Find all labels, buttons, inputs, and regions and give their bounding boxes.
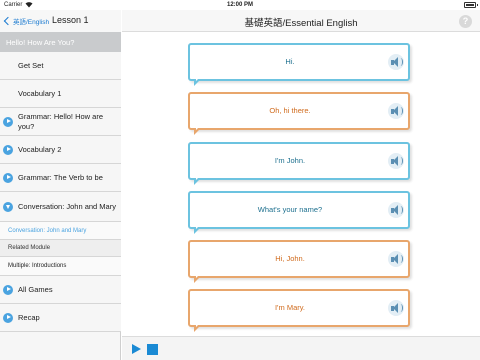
back-label: 英語/English bbox=[13, 19, 50, 26]
sidebar-item-label: Grammar: The Verb to be bbox=[18, 172, 103, 182]
sidebar-item-label: Vocabulary 2 bbox=[18, 144, 62, 154]
stop-button[interactable] bbox=[147, 344, 158, 355]
section-header: Hello! How Are You? bbox=[0, 32, 121, 52]
play-icon bbox=[3, 312, 13, 323]
play-icon bbox=[3, 172, 13, 183]
speaker-icon[interactable] bbox=[388, 54, 404, 70]
sidebar-item-grammar-verb[interactable]: Grammar: The Verb to be bbox=[0, 164, 121, 192]
back-button[interactable]: 英語/English bbox=[3, 15, 50, 27]
speaker-icon[interactable] bbox=[388, 202, 404, 218]
sidebar-item-label: Vocabulary 1 bbox=[18, 88, 62, 98]
play-button[interactable] bbox=[132, 344, 141, 354]
dialogue-text: Hi. bbox=[285, 57, 295, 66]
sidebar: 英語/English Lesson 1 Hello! How Are You? … bbox=[0, 10, 121, 360]
dialogue-text: Oh, hi there. bbox=[269, 106, 311, 115]
sub-item-label: Conversation: John and Mary bbox=[8, 227, 87, 234]
speaker-icon[interactable] bbox=[388, 300, 404, 316]
chevron-left-icon bbox=[3, 16, 13, 26]
sidebar-item-label: Grammar: Hello! How are you? bbox=[18, 111, 104, 131]
related-module-heading: Related Module bbox=[0, 240, 121, 257]
play-icon bbox=[3, 284, 13, 295]
sidebar-item-label: Conversation: John and Mary bbox=[18, 201, 116, 211]
sidebar-item-get-set[interactable]: Get Set bbox=[0, 52, 121, 80]
dialogue-bubble: Hi. bbox=[188, 43, 410, 86]
sub-item-label: Multiple: Introductions bbox=[8, 263, 67, 269]
sub-item-conversation[interactable]: Conversation: John and Mary bbox=[0, 222, 121, 240]
dialogue-text: What's your name? bbox=[257, 205, 323, 214]
dialogue-bubble: I'm John. bbox=[188, 142, 410, 185]
play-icon bbox=[3, 116, 13, 127]
dialogue-bubble: Oh, hi there. bbox=[188, 92, 410, 135]
sidebar-item-vocabulary-2[interactable]: Vocabulary 2 bbox=[0, 136, 121, 164]
playback-bar bbox=[122, 336, 480, 360]
status-time: 12:00 PM bbox=[226, 2, 253, 8]
status-bar: Carrier 12:00 PM bbox=[0, 0, 480, 10]
sidebar-header: 英語/English Lesson 1 bbox=[0, 10, 121, 32]
sidebar-item-all-games[interactable]: All Games bbox=[0, 276, 121, 304]
battery-icon bbox=[464, 2, 478, 8]
main-header: 基礎英語/Essential English ? bbox=[122, 10, 480, 32]
dialogue-text: I'm John. bbox=[274, 156, 306, 165]
sidebar-item-label: Get Set bbox=[18, 60, 44, 70]
speaker-icon[interactable] bbox=[388, 251, 404, 267]
sub-item-label: Related Module bbox=[8, 245, 51, 251]
chevron-down-icon bbox=[3, 201, 13, 212]
play-icon bbox=[3, 144, 13, 155]
page-title: 基礎英語/Essential English bbox=[244, 18, 358, 29]
dialogue-text: Hi, John. bbox=[275, 254, 305, 263]
sidebar-item-conversation[interactable]: Conversation: John and Mary bbox=[0, 192, 121, 222]
help-icon[interactable]: ? bbox=[459, 15, 472, 28]
dialogue-bubble: Hi, John. bbox=[188, 240, 410, 283]
dialogue-text: I'm Mary. bbox=[274, 303, 306, 312]
speaker-icon[interactable] bbox=[388, 153, 404, 169]
sidebar-item-label: All Games bbox=[18, 284, 53, 294]
speaker-icon[interactable] bbox=[388, 103, 404, 119]
dialogue-bubble: I'm Mary. bbox=[188, 289, 410, 332]
sidebar-item-vocabulary-1[interactable]: Vocabulary 1 bbox=[0, 80, 121, 108]
sidebar-item-recap[interactable]: Recap bbox=[0, 304, 121, 332]
lesson-title: Lesson 1 bbox=[52, 15, 89, 25]
sidebar-item-label: Recap bbox=[18, 312, 40, 322]
dialogue-bubble: What's your name? bbox=[188, 191, 410, 234]
sub-item-multiple-introductions[interactable]: Multiple: Introductions bbox=[0, 257, 121, 276]
sidebar-item-grammar-hello[interactable]: Grammar: Hello! How are you? bbox=[0, 108, 121, 136]
